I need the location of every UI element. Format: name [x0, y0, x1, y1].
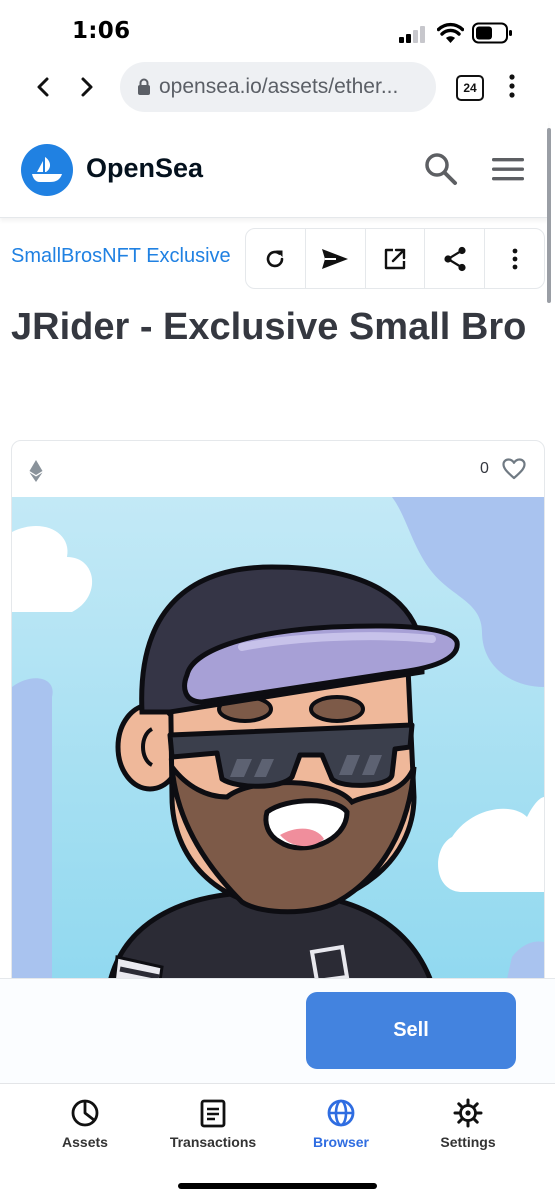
ethereum-icon — [29, 460, 43, 482]
status-bar: 1:06 — [0, 0, 555, 58]
status-time: 1:06 — [72, 18, 131, 44]
view-external-button[interactable] — [366, 229, 426, 288]
share-icon — [444, 246, 466, 271]
transfer-button[interactable] — [306, 229, 366, 288]
tab-transactions-label: Transactions — [169, 1134, 257, 1150]
forward-button[interactable] — [67, 67, 107, 107]
lock-icon — [138, 78, 150, 95]
more-vertical-icon — [512, 248, 517, 269]
tab-settings[interactable]: Settings — [408, 1098, 528, 1150]
sell-button[interactable]: Sell — [306, 992, 516, 1069]
wifi-icon — [437, 22, 464, 43]
back-button[interactable] — [23, 67, 63, 107]
favorite-count: 0 — [480, 460, 489, 477]
tab-browser-label: Browser — [312, 1134, 370, 1150]
home-indicator — [178, 1183, 377, 1189]
refresh-icon — [267, 250, 284, 267]
battery-icon — [472, 22, 512, 44]
chevron-right-icon — [81, 77, 93, 97]
tab-transactions[interactable]: Transactions — [153, 1098, 273, 1150]
chevron-left-icon — [37, 77, 49, 97]
asset-card: 0 — [11, 440, 545, 1002]
heart-icon[interactable] — [502, 458, 526, 480]
hamburger-menu-icon[interactable] — [491, 156, 525, 182]
more-options-button[interactable] — [485, 229, 544, 288]
asset-action-bar — [245, 228, 545, 289]
tab-switcher-button[interactable]: 24 — [456, 75, 484, 101]
refresh-metadata-button[interactable] — [246, 229, 306, 288]
signal-icon — [399, 26, 425, 43]
url-text: opensea.io/assets/ether... — [159, 75, 399, 98]
site-name[interactable]: OpenSea — [86, 153, 203, 184]
share-button[interactable] — [425, 229, 486, 288]
address-bar[interactable]: opensea.io/assets/ether... — [120, 62, 436, 112]
pie-chart-icon — [71, 1099, 99, 1127]
tab-settings-label: Settings — [440, 1134, 496, 1150]
sailboat-icon — [32, 157, 62, 182]
asset-card-header: 0 — [12, 441, 544, 498]
send-icon — [322, 248, 349, 269]
nft-artwork-image[interactable] — [12, 497, 544, 1001]
site-header — [0, 120, 548, 218]
page-scrollbar[interactable] — [547, 128, 551, 303]
collection-link[interactable]: SmallBrosNFT Exclusive — [11, 245, 231, 268]
opensea-logo[interactable] — [21, 144, 73, 196]
external-link-icon — [384, 248, 406, 269]
tab-assets[interactable]: Assets — [25, 1098, 145, 1150]
gear-icon — [453, 1098, 483, 1128]
document-icon — [200, 1099, 226, 1128]
asset-title: JRider - Exclusive Small Bro — [11, 306, 527, 348]
globe-icon — [327, 1099, 355, 1127]
browser-menu-icon[interactable] — [505, 73, 519, 99]
tab-browser[interactable]: Browser — [281, 1098, 401, 1150]
tab-assets-label: Assets — [62, 1134, 108, 1150]
search-icon[interactable] — [424, 152, 458, 186]
